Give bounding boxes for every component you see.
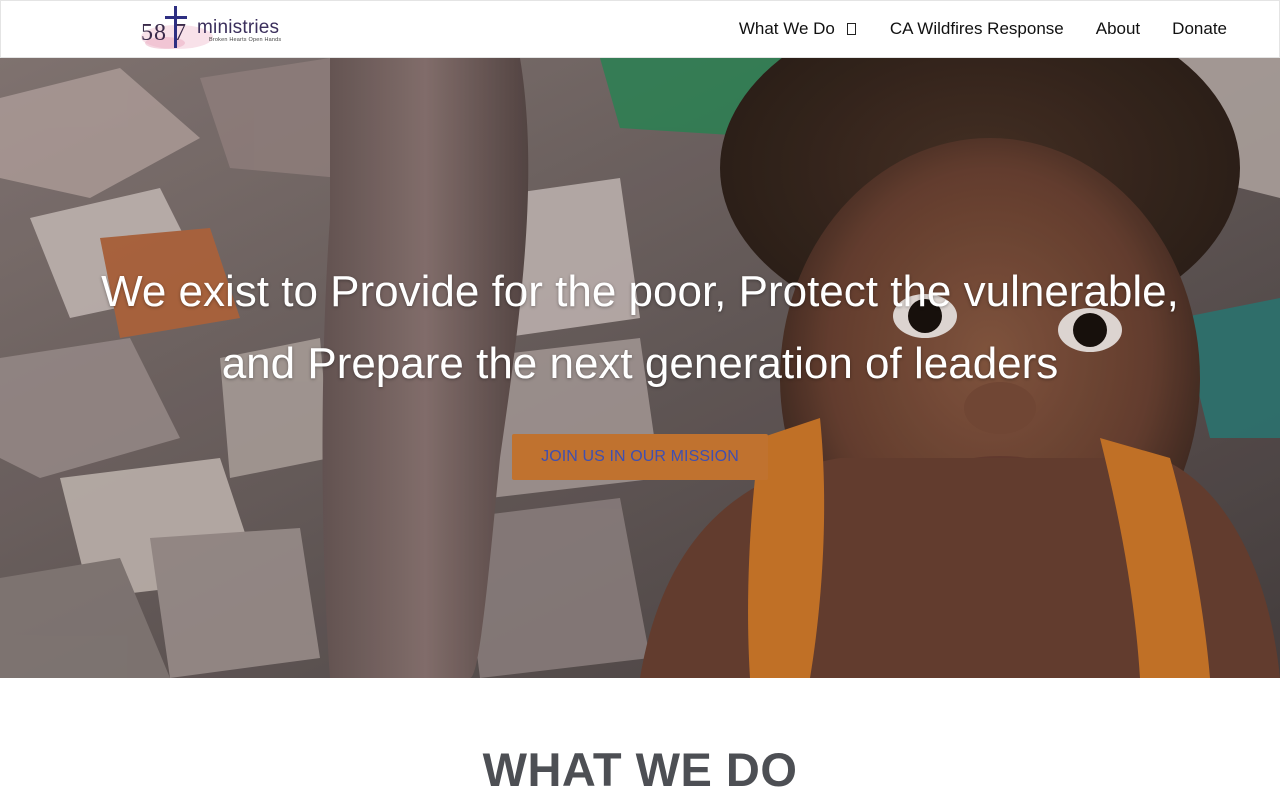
hero-headline-line-2: and Prepare the next generation of leade… <box>221 339 1059 388</box>
nav-item-what-we-do[interactable]: What We Do <box>739 19 858 39</box>
dropdown-icon <box>846 23 856 35</box>
logo-wordmark: ministries <box>197 17 280 38</box>
hero-headline-line-1: We exist to Provide for the poor, Protec… <box>101 267 1179 316</box>
nav-item-label: What We Do <box>738 19 835 38</box>
section-title-what-we-do: WHAT WE DO <box>482 743 798 796</box>
site-logo[interactable]: 58 7 ministries Broken Hearts Open Hands <box>137 5 287 53</box>
nav-item-donate[interactable]: Donate <box>1172 19 1227 39</box>
hero-headline: We exist to Provide for the poor, Protec… <box>0 256 1280 400</box>
nav-item-label: CA Wildfires Response <box>889 19 1064 38</box>
join-mission-button[interactable]: JOIN US IN OUR MISSION <box>512 434 768 480</box>
site-header: 58 7 ministries Broken Hearts Open Hands… <box>0 0 1280 58</box>
main-nav: What We Do CA Wildfires Response About D… <box>739 1 1227 57</box>
hero-banner: We exist to Provide for the poor, Protec… <box>0 58 1280 678</box>
nav-item-label: About <box>1095 19 1141 38</box>
nav-item-label: Donate <box>1172 19 1227 38</box>
nav-item-about[interactable]: About <box>1096 19 1140 39</box>
logo-tagline: Broken Hearts Open Hands <box>209 37 282 43</box>
nav-item-ca-wildfires-response[interactable]: CA Wildfires Response <box>890 19 1064 39</box>
cross-icon <box>165 6 187 48</box>
